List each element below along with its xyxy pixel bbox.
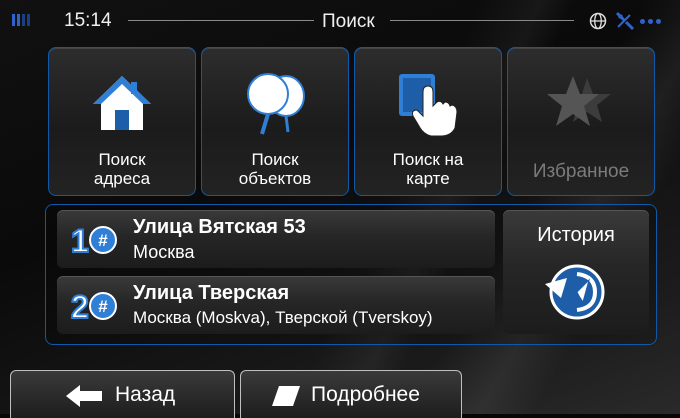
page-title: Поиск <box>322 11 375 32</box>
back-button[interactable]: Назад <box>10 370 235 418</box>
clock: 15:14 <box>64 10 112 31</box>
more-button[interactable]: Подробнее <box>240 370 462 418</box>
map-touch-icon <box>393 72 463 143</box>
tile-label: Поиск на карте <box>392 150 464 188</box>
tile-label: Избранное <box>532 161 630 182</box>
signal-icon <box>12 14 30 26</box>
status-bar: 15:14 Поиск <box>0 0 680 40</box>
tile-label: Поиск адреса <box>93 150 151 188</box>
history-number-1-icon: 1 # <box>69 222 123 263</box>
history-number-1: 1 <box>71 223 89 258</box>
history-number-2: 2 <box>71 289 89 324</box>
globe-icon[interactable] <box>589 12 607 35</box>
tile-favorites: Избранное <box>507 47 655 196</box>
satellite-dots <box>640 19 661 24</box>
history-arrow-icon <box>541 262 611 329</box>
tile-search-poi[interactable]: Поиск объектов <box>201 47 349 196</box>
history-label: История <box>537 224 615 246</box>
tile-label: Поиск объектов <box>238 150 312 188</box>
title-divider-right <box>390 20 574 21</box>
tile-search-address[interactable]: Поиск адреса <box>48 47 196 196</box>
svg-text:#: # <box>98 297 108 316</box>
svg-text:#: # <box>98 231 108 250</box>
history-number-2-icon: 2 # <box>69 288 123 329</box>
title-divider-left <box>128 20 314 21</box>
tile-search-on-map[interactable]: Поиск на карте <box>354 47 502 196</box>
history-title: Улица Вятская 53 <box>133 216 306 238</box>
history-title: Улица Тверская <box>133 282 290 304</box>
satellite-icon <box>614 11 636 36</box>
poi-balloons-icon <box>242 72 308 141</box>
more-label: Подробнее <box>311 383 420 406</box>
history-button[interactable]: История <box>503 210 649 334</box>
history-item-1[interactable]: 1 # Улица Вятская 53 Москва <box>57 210 495 268</box>
back-label: Назад <box>115 383 176 406</box>
arrow-left-icon <box>66 385 102 412</box>
star-icon <box>543 72 619 141</box>
house-icon <box>89 72 155 139</box>
history-subtitle: Москва <box>133 242 195 262</box>
history-subtitle: Москва (Moskva), Тверской (Tverskoy) <box>133 308 433 327</box>
details-icon <box>271 385 301 412</box>
history-item-2[interactable]: 2 # Улица Тверская Москва (Moskva), Твер… <box>57 276 495 334</box>
